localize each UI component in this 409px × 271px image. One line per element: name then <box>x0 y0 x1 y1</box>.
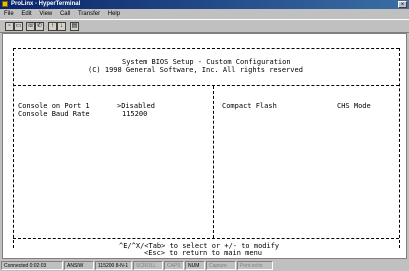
menu-edit[interactable]: Edit <box>21 11 31 17</box>
title-bar: ProLinx - HyperTerminal × <box>0 0 409 9</box>
header-divider <box>13 85 399 86</box>
console-port-value[interactable]: >Disabled <box>117 102 155 110</box>
chs-mode-label: CHS Mode <box>337 102 371 110</box>
status-bar: Connected 0:02:03 ANSIW 115200 8-N-1 SCR… <box>0 260 409 271</box>
menu-bar: File Edit View Call Transfer Help <box>0 9 409 19</box>
send-icon[interactable]: ↑ <box>48 22 57 31</box>
footer-escape-line: <Esc> to return to main menu <box>144 249 263 257</box>
open-icon[interactable]: ▭ <box>14 22 23 31</box>
bios-copyright: (C) 1998 General Software, Inc. All righ… <box>88 66 303 74</box>
terminal-screen: System BIOS Setup - Custom Configuration… <box>7 36 403 257</box>
status-scroll: SCROLL <box>133 261 163 270</box>
console-port-label: Console on Port 1 <box>18 102 90 110</box>
toolbar: ▫ ▭ ☏ ✆ ↑ ↓ ▤ <box>0 19 409 33</box>
status-settings: 115200 8-N-1 <box>95 261 132 270</box>
status-connected: Connected 0:02:03 <box>1 261 63 270</box>
bios-title: System BIOS Setup - Custom Configuration <box>122 58 291 66</box>
connect-icon[interactable]: ☏ <box>26 22 35 31</box>
status-caps: CAPS <box>164 261 184 270</box>
column-divider <box>213 86 214 238</box>
left-border <box>13 48 14 248</box>
window-title: ProLinx - HyperTerminal <box>11 1 81 7</box>
close-button[interactable]: × <box>398 1 407 8</box>
properties-icon[interactable]: ▤ <box>70 22 79 31</box>
top-border <box>13 48 399 49</box>
right-border <box>399 48 400 248</box>
menu-view[interactable]: View <box>39 11 52 17</box>
console-baud-value[interactable]: 115200 <box>122 110 147 118</box>
disconnect-icon[interactable]: ✆ <box>35 22 44 31</box>
menu-transfer[interactable]: Transfer <box>78 11 100 17</box>
receive-icon[interactable]: ↓ <box>57 22 66 31</box>
status-emulation: ANSIW <box>64 261 94 270</box>
new-icon[interactable]: ▫ <box>5 22 14 31</box>
status-num: NUM <box>185 261 205 270</box>
menu-call[interactable]: Call <box>60 11 70 17</box>
menu-file[interactable]: File <box>4 11 14 17</box>
hyperterminal-icon <box>2 1 8 7</box>
compact-flash-label: Compact Flash <box>222 102 277 110</box>
terminal-window[interactable]: System BIOS Setup - Custom Configuration… <box>2 33 407 259</box>
status-print-echo: Print echo <box>237 261 273 270</box>
menu-help[interactable]: Help <box>108 11 120 17</box>
footer-divider <box>13 238 399 239</box>
status-capture: Capture <box>206 261 236 270</box>
console-baud-label: Console Baud Rate <box>18 110 90 118</box>
